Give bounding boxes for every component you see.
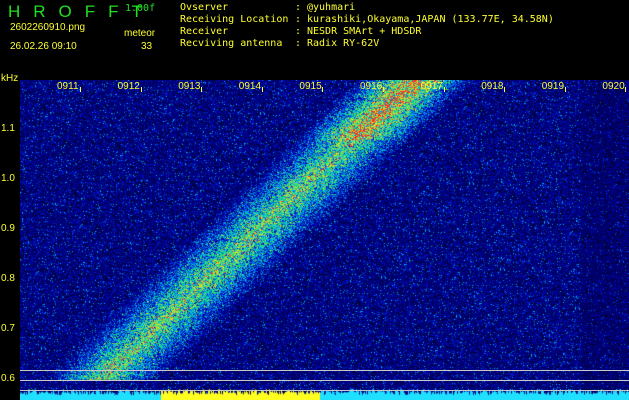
gridline bbox=[20, 380, 629, 381]
x-tick bbox=[504, 87, 506, 92]
gridline bbox=[20, 390, 629, 391]
x-tick bbox=[140, 87, 142, 92]
x-tick bbox=[322, 87, 324, 92]
x-tick bbox=[383, 87, 384, 92]
y-tick-label: 1.0 bbox=[1, 173, 15, 184]
filename: 2602260910.png bbox=[10, 22, 86, 33]
x-tick bbox=[625, 87, 627, 92]
x-tick-label: 0919 bbox=[541, 81, 565, 92]
info-colon: : bbox=[295, 38, 302, 49]
meteor-count: 33 bbox=[141, 41, 153, 52]
y-tick-label: 0.7 bbox=[1, 323, 15, 334]
gridline bbox=[20, 370, 629, 371]
x-tick bbox=[80, 87, 81, 92]
y-tick-label: 0.6 bbox=[1, 373, 15, 384]
info-colon: : bbox=[295, 2, 302, 13]
x-tick-label: 0911 bbox=[57, 81, 79, 92]
y-tick-label: 0.8 bbox=[1, 273, 15, 284]
info-label: Receiving Location bbox=[180, 14, 289, 25]
y-unit: kHz bbox=[1, 73, 19, 84]
x-tick-label: 0920 bbox=[602, 81, 625, 92]
datetime: 26.02.26 09:10 bbox=[10, 41, 77, 52]
info-label: Ovserver bbox=[180, 2, 229, 13]
x-tick-label: 0918 bbox=[481, 81, 504, 92]
info-value: Radix RY-62V bbox=[307, 38, 380, 49]
info-label: Recviving antenna bbox=[180, 38, 283, 49]
y-tick-label: 0.9 bbox=[1, 223, 15, 234]
spectrogram bbox=[20, 80, 629, 400]
x-tick-label: 0913 bbox=[178, 81, 201, 92]
y-tick-label: 1.1 bbox=[1, 123, 15, 134]
x-tick bbox=[564, 87, 566, 92]
mode-label: meteor bbox=[124, 28, 156, 39]
info-value: NESDR SMArt + HDSDR bbox=[307, 26, 422, 37]
info-label: Receiver bbox=[180, 26, 229, 37]
x-tick bbox=[261, 87, 263, 92]
x-tick-label: 0916 bbox=[360, 81, 383, 92]
info-colon: : bbox=[295, 14, 302, 25]
version: 1.00f bbox=[125, 3, 156, 14]
x-tick-label: 0912 bbox=[117, 81, 140, 92]
x-tick-label: 0915 bbox=[299, 81, 322, 92]
x-tick-label: 0914 bbox=[238, 81, 262, 92]
info-value: kurashiki,Okayama,JAPAN (133.77E, 34.58N… bbox=[307, 14, 554, 25]
x-tick-label: 0917 bbox=[420, 81, 443, 92]
info-value: @yuhmari bbox=[307, 2, 356, 13]
info-colon: : bbox=[295, 26, 302, 37]
x-tick bbox=[201, 87, 203, 92]
x-tick bbox=[443, 87, 445, 92]
